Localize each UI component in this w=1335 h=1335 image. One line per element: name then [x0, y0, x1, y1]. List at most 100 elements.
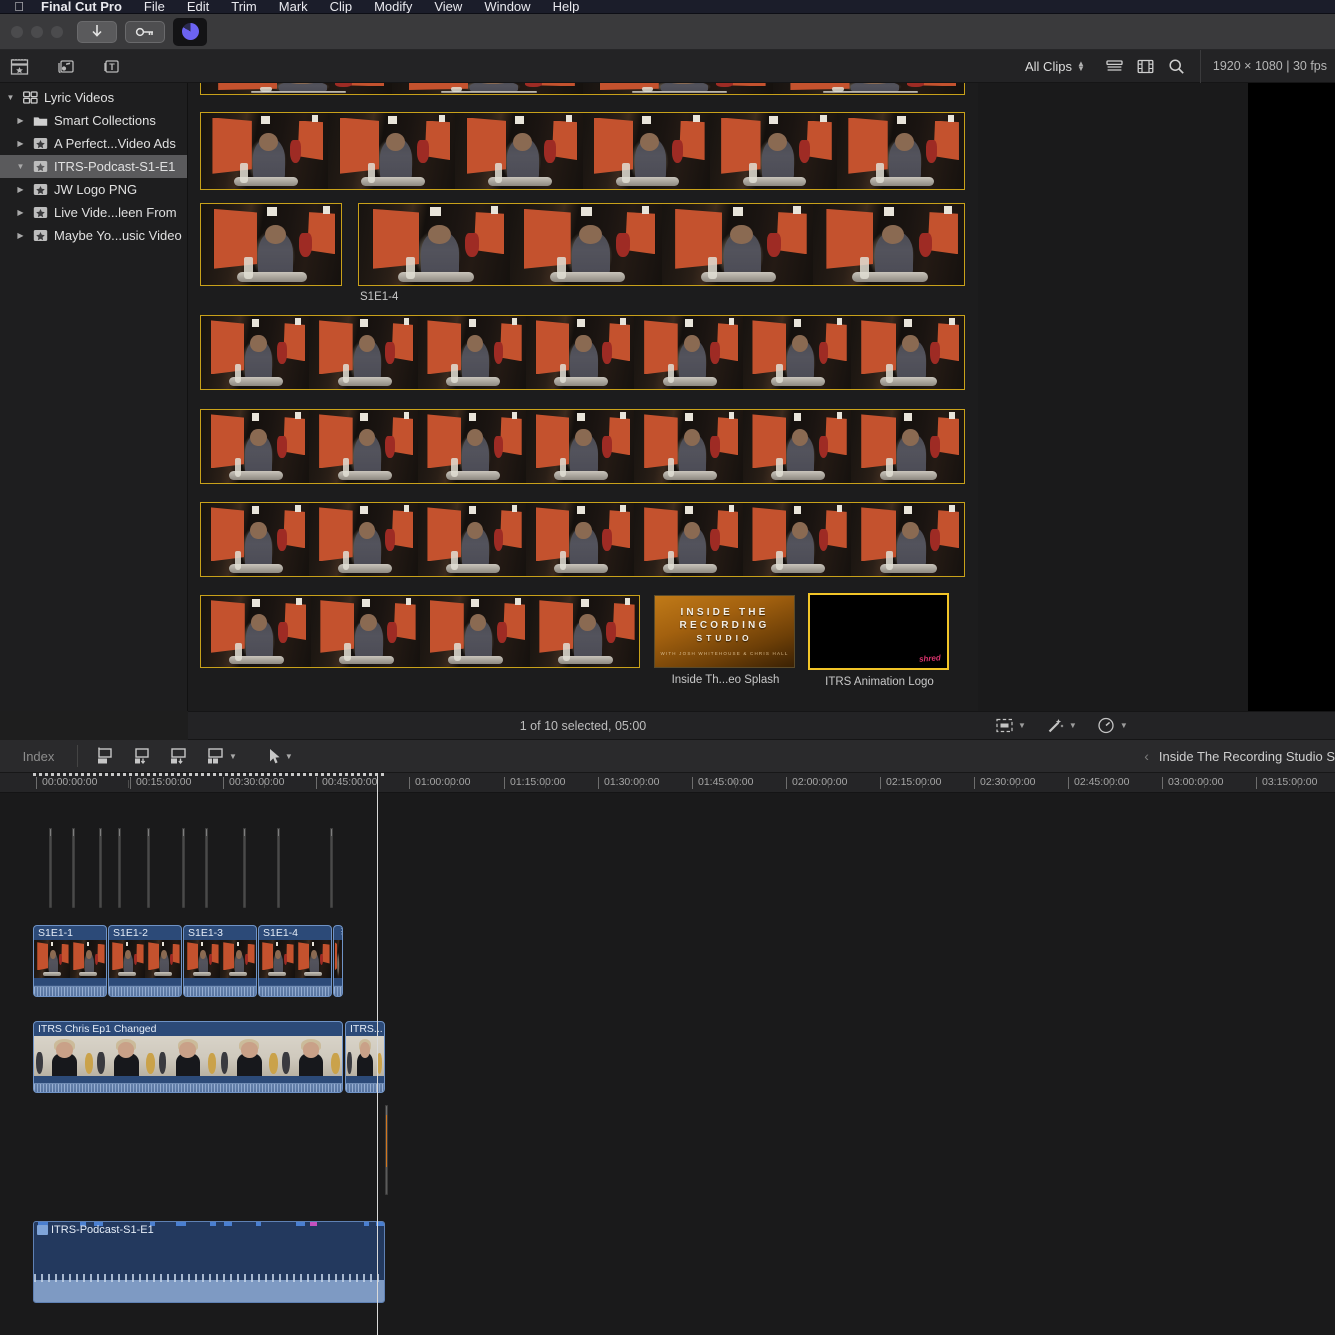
library-sidebar[interactable]: ▼ Lyric Videos ▶ Smart Collections ▶ A P… — [0, 83, 188, 711]
filmstrip-row[interactable] — [200, 203, 342, 286]
window-traffic-lights — [8, 25, 63, 38]
retime-speedometer-icon[interactable]: ▼ — [1097, 717, 1128, 734]
splash-line-1: INSIDE THE — [680, 607, 769, 618]
apple-icon[interactable]:  — [8, 0, 30, 13]
minimize-button[interactable] — [31, 25, 43, 38]
disclosure-triangle-icon[interactable]: ▼ — [14, 162, 27, 171]
connected-title-stub[interactable] — [385, 1105, 388, 1195]
connected-clip-stub[interactable] — [277, 828, 280, 908]
menu-item-trim[interactable]: Trim — [220, 0, 268, 13]
filmstrip-row[interactable] — [200, 502, 965, 577]
ruler-tick — [409, 777, 410, 789]
disclosure-triangle-icon[interactable]: ▶ — [14, 231, 27, 240]
clip-audio-waveform — [334, 978, 342, 996]
titles-generators-icon[interactable]: T — [98, 54, 124, 78]
filmstrip-row[interactable] — [200, 112, 965, 190]
sidebar-item-lyric-videos[interactable]: ▼ Lyric Videos — [0, 86, 187, 109]
ruler-label: 03:00:00:00 — [1168, 776, 1224, 788]
chevron-left-icon[interactable]: ‹ — [1144, 748, 1149, 764]
menu-item-file[interactable]: File — [133, 0, 176, 13]
download-arrow-icon[interactable] — [77, 20, 117, 43]
timeline-ruler[interactable]: 00:00:00:00 00:15:00:00 00:30:00:00 00:4… — [0, 773, 1335, 793]
list-view-icon[interactable] — [1099, 54, 1130, 78]
zoom-button[interactable] — [51, 25, 63, 38]
clip-appearance-icon[interactable]: ▼ — [996, 718, 1026, 733]
sidebar-item-live-video[interactable]: ▶ Live Vide...leen From — [0, 201, 187, 224]
connected-clip-stub[interactable] — [205, 828, 208, 908]
viewer-panel — [978, 83, 1335, 711]
connect-clip-icon[interactable] — [94, 747, 115, 766]
timeline-clip-itrs-short[interactable]: ITRS... — [345, 1021, 385, 1093]
select-tool-icon[interactable]: ▼ — [267, 748, 293, 765]
sidebar-item-smart-collections[interactable]: ▶ Smart Collections — [0, 109, 187, 132]
timeline-clip-s1e1-1[interactable]: S1E1-1 — [33, 925, 107, 997]
menu-item-mark[interactable]: Mark — [268, 0, 319, 13]
menu-item-window[interactable]: Window — [473, 0, 541, 13]
clip-thumbnails — [34, 940, 106, 978]
ruler-tick — [828, 780, 829, 788]
libraries-icon[interactable] — [6, 54, 32, 78]
ruler-tick — [1110, 780, 1111, 788]
sidebar-item-a-perfect-video-ads[interactable]: ▶ A Perfect...Video Ads — [0, 132, 187, 155]
connected-clip-stub[interactable] — [330, 828, 333, 908]
timeline-clip-itrs-chris-ep1-changed[interactable]: ITRS Chris Ep1 Changed — [33, 1021, 343, 1093]
photos-audio-icon[interactable] — [52, 54, 78, 78]
enhancements-wand-icon[interactable]: ▼ — [1046, 718, 1077, 734]
ruler-label: 02:45:00:00 — [1074, 776, 1130, 788]
compound-clip-icon — [37, 1225, 48, 1235]
timeline-clip-s1e1-4[interactable]: S1E1-4 — [258, 925, 332, 997]
menu-item-clip[interactable]: Clip — [319, 0, 363, 13]
sidebar-item-maybe-you-music-video[interactable]: ▶ Maybe Yo...usic Video — [0, 224, 187, 247]
sidebar-item-jw-logo-png[interactable]: ▶ JW Logo PNG — [0, 178, 187, 201]
timeline-index-button[interactable]: Index — [0, 749, 77, 764]
timeline-clip-s1e1-2[interactable]: S1E1-2 — [108, 925, 182, 997]
clip-thumbnail-animation-logo[interactable]: shred — [808, 593, 949, 670]
close-button[interactable] — [11, 25, 23, 38]
filmstrip-row[interactable] — [200, 83, 965, 95]
ruler-label: 01:15:00:00 — [510, 776, 566, 788]
connected-clip-stub[interactable] — [49, 828, 52, 908]
disclosure-triangle-icon[interactable]: ▼ — [4, 93, 17, 102]
filmstrip-row[interactable] — [200, 409, 965, 484]
splash-line-3: STUDIO — [696, 633, 753, 643]
timeline-clip-s1e1-3[interactable]: S1E1-3 — [183, 925, 257, 997]
connected-clip-stub[interactable] — [147, 828, 150, 908]
event-icon — [32, 136, 49, 151]
connected-clip-stub[interactable] — [182, 828, 185, 908]
connected-clip-stub[interactable] — [243, 828, 246, 908]
connected-clip-stub[interactable] — [72, 828, 75, 908]
filmstrip-row[interactable] — [200, 315, 965, 390]
insert-clip-icon[interactable] — [131, 747, 152, 766]
menu-item-edit[interactable]: Edit — [176, 0, 220, 13]
clip-thumbnail-splash[interactable]: INSIDE THE RECORDING STUDIO WITH JOSH WH… — [654, 595, 795, 668]
all-clips-filter-dropdown[interactable]: All Clips ▲ ▼ — [1025, 59, 1085, 74]
background-tasks-pie-icon[interactable] — [173, 17, 207, 46]
search-icon[interactable] — [1161, 54, 1192, 78]
ruler-tick — [1016, 780, 1017, 788]
disclosure-triangle-icon[interactable]: ▶ — [14, 185, 27, 194]
compound-clip-name: ITRS-Podcast-S1-E1 — [34, 1222, 384, 1236]
menu-item-modify[interactable]: Modify — [363, 0, 423, 13]
key-icon[interactable] — [125, 20, 165, 43]
timeline-panel[interactable]: 00:00:00:00 00:15:00:00 00:30:00:00 00:4… — [0, 773, 1335, 1335]
filmstrip-view-icon[interactable] — [1130, 54, 1161, 78]
menu-item-final-cut-pro[interactable]: Final Cut Pro — [30, 0, 133, 13]
browser-filmstrip-area[interactable]: S1E1-4 INSIDE THE RECORDING STUDIO WITH … — [188, 83, 978, 711]
disclosure-triangle-icon[interactable]: ▶ — [14, 208, 27, 217]
timeline-compound-clip-itrs-podcast-s1-e1[interactable]: ITRS-Podcast-S1-E1 — [33, 1221, 385, 1303]
connected-clip-stub[interactable] — [99, 828, 102, 908]
disclosure-triangle-icon[interactable]: ▶ — [14, 116, 27, 125]
overwrite-clip-icon[interactable]: ▼ — [205, 747, 237, 766]
timeline-playhead[interactable] — [377, 773, 378, 1335]
menu-item-view[interactable]: View — [423, 0, 473, 13]
filmstrip-row-s1e1-4[interactable] — [358, 203, 965, 286]
sidebar-item-itrs-podcast-s1-e1[interactable]: ▼ ITRS-Podcast-S1-E1 — [0, 155, 187, 178]
ruler-tick — [922, 780, 923, 788]
disclosure-triangle-icon[interactable]: ▶ — [14, 139, 27, 148]
filmstrip-row[interactable] — [200, 595, 640, 668]
menu-item-help[interactable]: Help — [542, 0, 591, 13]
connected-clip-stub[interactable] — [118, 828, 121, 908]
append-clip-icon[interactable] — [168, 747, 189, 766]
chevron-up-down-icon: ▲ ▼ — [1076, 59, 1085, 73]
timeline-clip-partial[interactable]: ⋮ — [333, 925, 343, 997]
